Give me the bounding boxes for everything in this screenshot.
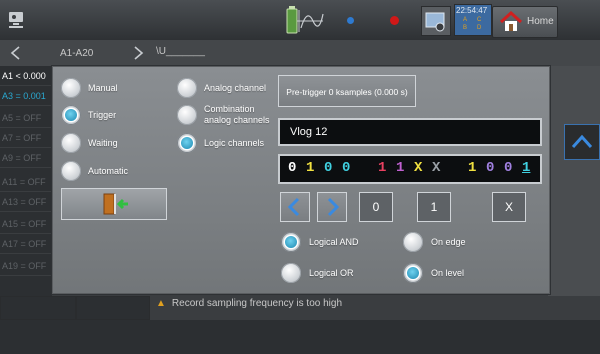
logical-or-radio[interactable] xyxy=(281,263,301,283)
logical-and-label: Logical AND xyxy=(309,237,359,247)
on-level-radio[interactable] xyxy=(403,263,423,283)
source-combination-label: Combination analog channels xyxy=(204,104,270,125)
exit-door-icon xyxy=(100,192,130,221)
clock-cell-c: C xyxy=(477,17,482,23)
unit-label: \U_______ xyxy=(156,46,205,57)
pattern-bit[interactable]: 0 xyxy=(504,160,512,176)
top-toolbar: 22:54:47 A C B D Home xyxy=(0,0,600,41)
channel-item-a1[interactable]: A1 < 0.000 xyxy=(0,66,52,86)
pattern-bit[interactable]: 0 xyxy=(324,160,332,176)
channel-item-a9[interactable]: A9 = OFF xyxy=(0,148,52,168)
trigger-settings-dialog: Manual Trigger Waiting Automatic Analog … xyxy=(52,66,550,294)
pattern-bit[interactable]: 0 xyxy=(288,160,296,176)
pattern-bit[interactable]: 1 xyxy=(468,160,476,176)
channel-item-a5[interactable]: A5 = OFF xyxy=(0,108,52,128)
home-icon xyxy=(499,10,523,37)
clock-cell-b: B xyxy=(463,25,468,31)
pattern-bit[interactable]: 1 xyxy=(306,160,314,176)
channel-item-a19[interactable]: A19 = OFF xyxy=(0,256,52,276)
pattern-bit[interactable]: X xyxy=(432,160,440,176)
source-combination-radio[interactable] xyxy=(177,105,197,125)
channel-item-a7[interactable]: A7 = OFF xyxy=(0,128,52,148)
mode-waiting-radio[interactable] xyxy=(61,133,81,153)
channel-group-label: A1-A20 xyxy=(60,48,94,59)
pattern-bit[interactable]: X xyxy=(414,160,422,176)
warning-text: Record sampling frequency is too high xyxy=(171,298,342,309)
camera-icon[interactable] xyxy=(421,6,451,36)
chevron-left-icon[interactable] xyxy=(8,45,24,61)
channel-group-bar: A1-A20 \U_______ xyxy=(0,40,600,67)
pattern-left-button[interactable] xyxy=(280,192,310,222)
stop-record-icon[interactable] xyxy=(390,16,399,25)
on-edge-label: On edge xyxy=(431,237,466,247)
pattern-right-button[interactable] xyxy=(317,192,347,222)
channel-list: A1 < 0.000 A3 = 0.001 A5 = OFF A7 = OFF … xyxy=(0,66,52,320)
mode-trigger-label: Trigger xyxy=(88,110,117,120)
right-panel xyxy=(548,66,600,296)
channel-item-a3[interactable]: A3 = 0.001 xyxy=(0,86,52,106)
logical-and-radio[interactable] xyxy=(281,232,301,252)
chevron-right-icon[interactable] xyxy=(130,45,146,61)
vlog-name-field[interactable]: Vlog 12 xyxy=(278,118,542,146)
graph-area xyxy=(0,320,600,354)
play-record-icon[interactable] xyxy=(347,17,354,24)
source-analog-channel-label: Analog channel xyxy=(204,83,267,93)
channel-item-a17[interactable]: A17 = OFF xyxy=(0,234,52,254)
display-settings-icon[interactable] xyxy=(6,8,30,32)
clock-time: 22:54:47 xyxy=(456,6,488,15)
source-logic-channels-label: Logic channels xyxy=(204,138,265,148)
clock-cell-d: D xyxy=(477,25,482,31)
scroll-up-button[interactable] xyxy=(564,124,600,160)
clock-display: 22:54:47 A C B D xyxy=(454,4,492,36)
source-analog-channel-radio[interactable] xyxy=(177,78,197,98)
pattern-bit[interactable]: 1 xyxy=(378,160,386,176)
mode-automatic-label: Automatic xyxy=(88,166,129,176)
on-edge-radio[interactable] xyxy=(403,232,423,252)
home-button[interactable]: Home xyxy=(492,6,558,38)
battery-signal-icon[interactable] xyxy=(285,4,325,36)
channel-item-a13[interactable]: A13 = OFF xyxy=(0,192,52,212)
source-logic-channels-radio[interactable] xyxy=(177,133,197,153)
status-cell-1 xyxy=(0,296,76,320)
logical-or-label: Logical OR xyxy=(309,268,354,278)
logic-pattern-display[interactable]: 0 1 0 0 1 1 X X 1 0 0 1 xyxy=(278,154,542,184)
mode-manual-radio[interactable] xyxy=(61,78,81,98)
exit-button[interactable] xyxy=(61,188,167,220)
status-cell-2 xyxy=(76,296,150,320)
mode-waiting-label: Waiting xyxy=(88,138,118,148)
pretrigger-button[interactable]: Pre-trigger 0 ksamples (0.000 s) xyxy=(278,75,416,107)
home-label: Home xyxy=(527,16,554,27)
on-level-label: On level xyxy=(431,268,465,278)
mode-automatic-radio[interactable] xyxy=(61,161,81,181)
warning-icon: ▲ xyxy=(156,298,166,309)
channel-item-a11[interactable]: A11 = OFF xyxy=(0,172,52,192)
mode-trigger-radio[interactable] xyxy=(61,105,81,125)
pattern-bit[interactable]: 0 xyxy=(342,160,350,176)
pattern-bit-selected[interactable]: 1 xyxy=(522,160,530,176)
clock-cell-a: A xyxy=(463,17,468,23)
channel-item-a15[interactable]: A15 = OFF xyxy=(0,214,52,234)
pattern-bit[interactable]: 1 xyxy=(396,160,404,176)
pattern-bit[interactable]: 0 xyxy=(486,160,494,176)
mode-manual-label: Manual xyxy=(88,83,118,93)
set-zero-button[interactable]: 0 xyxy=(359,192,393,222)
warning-message: ▲ Record sampling frequency is too high xyxy=(156,298,342,309)
set-one-button[interactable]: 1 xyxy=(417,192,451,222)
set-x-button[interactable]: X xyxy=(492,192,526,222)
